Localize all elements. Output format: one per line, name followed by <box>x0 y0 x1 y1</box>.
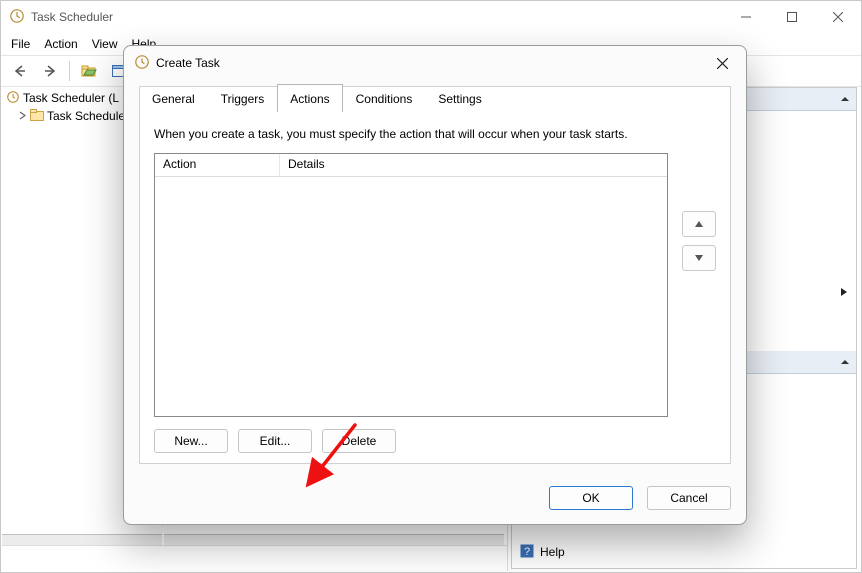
chevron-right-icon <box>18 109 27 123</box>
svg-text:?: ? <box>524 546 530 558</box>
column-details[interactable]: Details <box>280 154 667 176</box>
tabstrip: General Triggers Actions Conditions Sett… <box>139 86 495 112</box>
column-action[interactable]: Action <box>155 154 280 176</box>
nav-forward-button[interactable] <box>37 58 63 84</box>
actions-tabpage: When you create a task, you must specify… <box>154 127 716 453</box>
tree-root-label: Task Scheduler (L <box>23 91 119 105</box>
minimize-button[interactable] <box>723 1 769 33</box>
edit-button[interactable]: Edit... <box>238 429 312 453</box>
move-up-button[interactable] <box>682 211 716 237</box>
chevron-up-icon <box>840 92 850 106</box>
close-button[interactable] <box>815 1 861 33</box>
main-titlebar: Task Scheduler <box>1 1 861 33</box>
ok-button[interactable]: OK <box>549 486 633 510</box>
new-button[interactable]: New... <box>154 429 228 453</box>
toolbar-separator <box>69 61 70 81</box>
tab-conditions[interactable]: Conditions <box>343 86 426 112</box>
clock-icon <box>6 90 20 107</box>
actions-table-area: Action Details <box>154 153 716 417</box>
delete-button[interactable]: Delete <box>322 429 396 453</box>
maximize-button[interactable] <box>769 1 815 33</box>
nav-back-button[interactable] <box>7 58 33 84</box>
dialog-titlebar: Create Task <box>124 46 746 80</box>
dialog-body: General Triggers Actions Conditions Sett… <box>139 86 731 464</box>
create-task-dialog: Create Task General Triggers Actions Con… <box>123 45 747 525</box>
tab-actions[interactable]: Actions <box>277 84 342 112</box>
dialog-title: Create Task <box>156 56 220 70</box>
clock-icon <box>9 8 25 27</box>
toolbar-folder-button[interactable] <box>76 58 102 84</box>
tree-child-label: Task Schedule <box>47 109 125 123</box>
dialog-close-button[interactable] <box>700 48 744 78</box>
menu-file[interactable]: File <box>11 37 30 51</box>
tab-settings[interactable]: Settings <box>425 86 494 112</box>
actions-table-header: Action Details <box>155 154 667 177</box>
menu-action[interactable]: Action <box>44 37 77 51</box>
cancel-button[interactable]: Cancel <box>647 486 731 510</box>
dialog-footer: OK Cancel <box>549 486 731 510</box>
help-icon: ? <box>520 544 534 561</box>
actions-help-label: Help <box>540 545 565 559</box>
triangle-right-icon <box>840 286 848 300</box>
chevron-up-icon <box>840 355 850 369</box>
folder-icon <box>30 109 44 124</box>
reorder-buttons <box>682 211 716 271</box>
move-down-button[interactable] <box>682 245 716 271</box>
tab-triggers[interactable]: Triggers <box>208 86 278 112</box>
clock-icon <box>134 54 150 73</box>
actions-description: When you create a task, you must specify… <box>154 127 716 141</box>
menu-view[interactable]: View <box>92 37 118 51</box>
actions-button-row: New... Edit... Delete <box>154 429 396 453</box>
main-title: Task Scheduler <box>31 10 113 24</box>
tab-general[interactable]: General <box>139 86 208 112</box>
actions-table[interactable]: Action Details <box>154 153 668 417</box>
actions-help-row[interactable]: ? Help <box>520 542 848 562</box>
